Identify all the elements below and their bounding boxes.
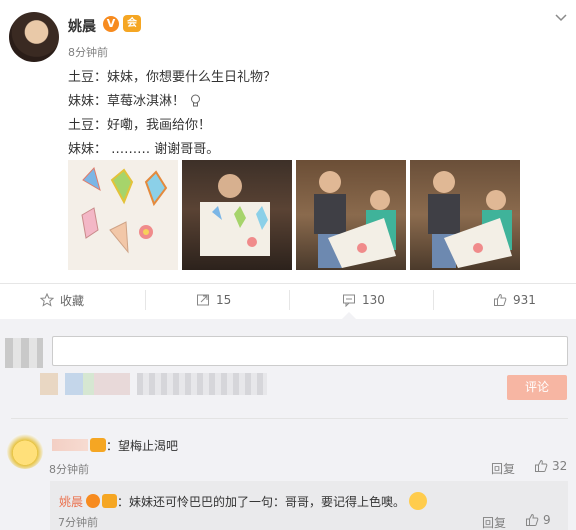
comment-body: ：望梅止渴吧	[52, 437, 178, 454]
verified-icon	[86, 494, 101, 508]
divider	[289, 290, 290, 310]
star-icon	[40, 293, 54, 307]
post-line: 妹妹：草莓冰淇淋！	[68, 90, 202, 109]
comment-button[interactable]: 130	[342, 289, 385, 311]
author-name[interactable]: 姚晨	[68, 16, 96, 36]
comment-pointer	[342, 312, 356, 319]
post-photo[interactable]	[68, 160, 178, 270]
kids-with-drawing-image	[428, 171, 512, 268]
divider	[145, 290, 146, 310]
verified-icon: V	[103, 16, 119, 32]
divider	[433, 290, 434, 310]
reply-like-count: 9	[543, 513, 551, 527]
favorite-label: 收藏	[60, 293, 85, 308]
comment-text: ：望梅止渴吧	[106, 439, 179, 453]
like-count: 931	[513, 293, 536, 307]
emoji-face-icon	[409, 492, 428, 510]
member-icon: 会	[123, 15, 141, 32]
composer-tools[interactable]	[40, 373, 130, 395]
post-line: 土豆：妹妹，你想要什么生日礼物？	[68, 70, 277, 85]
post-line-text: 妹妹：草莓冰淇淋！	[68, 94, 186, 109]
post-photo[interactable]	[296, 160, 406, 270]
repost-icon	[197, 294, 209, 306]
post-time[interactable]: 8分钟前	[68, 44, 108, 60]
kids-with-drawing-image	[314, 171, 396, 268]
composer-option[interactable]	[137, 373, 267, 395]
comment-time: 8分钟前	[49, 463, 89, 476]
post-line: 妹妹： ……… 谢谢哥哥。	[68, 142, 220, 157]
reply-text: ：妹妹还可怜巴巴的加了一句：哥哥，要记得上色噢。	[117, 495, 406, 509]
reply-button[interactable]: 回复	[482, 514, 506, 530]
submit-comment-button[interactable]: 评论	[507, 375, 567, 400]
post-photo[interactable]	[182, 160, 292, 270]
reply-time: 7分钟前	[58, 516, 98, 529]
thumbs-up-icon	[535, 459, 548, 472]
drawing-image	[81, 166, 168, 254]
commenter-name[interactable]	[52, 439, 88, 451]
thumbs-up-icon	[494, 293, 507, 306]
author-avatar[interactable]	[9, 12, 59, 62]
post-line: 土豆：好嘞，我画给你！	[68, 118, 212, 133]
my-avatar	[5, 338, 43, 368]
repost-button[interactable]: 15	[196, 289, 231, 311]
like-button[interactable]: 931	[493, 289, 536, 311]
reply-like-button[interactable]: 9	[525, 513, 551, 527]
reply-button[interactable]: 回复	[491, 460, 515, 477]
child-holding-drawing-image	[200, 174, 270, 256]
favorite-button[interactable]: 收藏	[40, 289, 84, 311]
lightbulb-icon	[191, 94, 201, 107]
post-photo[interactable]	[410, 160, 520, 270]
divider	[11, 418, 568, 419]
repost-count: 15	[216, 293, 232, 307]
divider	[0, 283, 576, 284]
member-icon	[102, 494, 118, 508]
commenter-avatar[interactable]	[7, 433, 43, 469]
member-icon	[90, 438, 106, 452]
comment-count: 130	[362, 293, 385, 307]
chevron-down-icon[interactable]	[554, 11, 568, 25]
comment-input[interactable]	[52, 336, 568, 366]
reply-body: 姚晨 ：妹妹还可怜巴巴的加了一句：哥哥，要记得上色噢。	[59, 492, 428, 510]
reply-author[interactable]: 姚晨	[59, 495, 83, 509]
comment-like-button[interactable]: 32	[534, 459, 567, 473]
weibo-post-card: 姚晨 V 会 8分钟前 土豆：妹妹，你想要什么生日礼物？ 妹妹：草莓冰淇淋！ 土…	[0, 0, 576, 530]
comment-like-count: 32	[552, 459, 568, 473]
thumbs-up-icon	[526, 513, 539, 526]
comment-icon	[343, 294, 355, 307]
